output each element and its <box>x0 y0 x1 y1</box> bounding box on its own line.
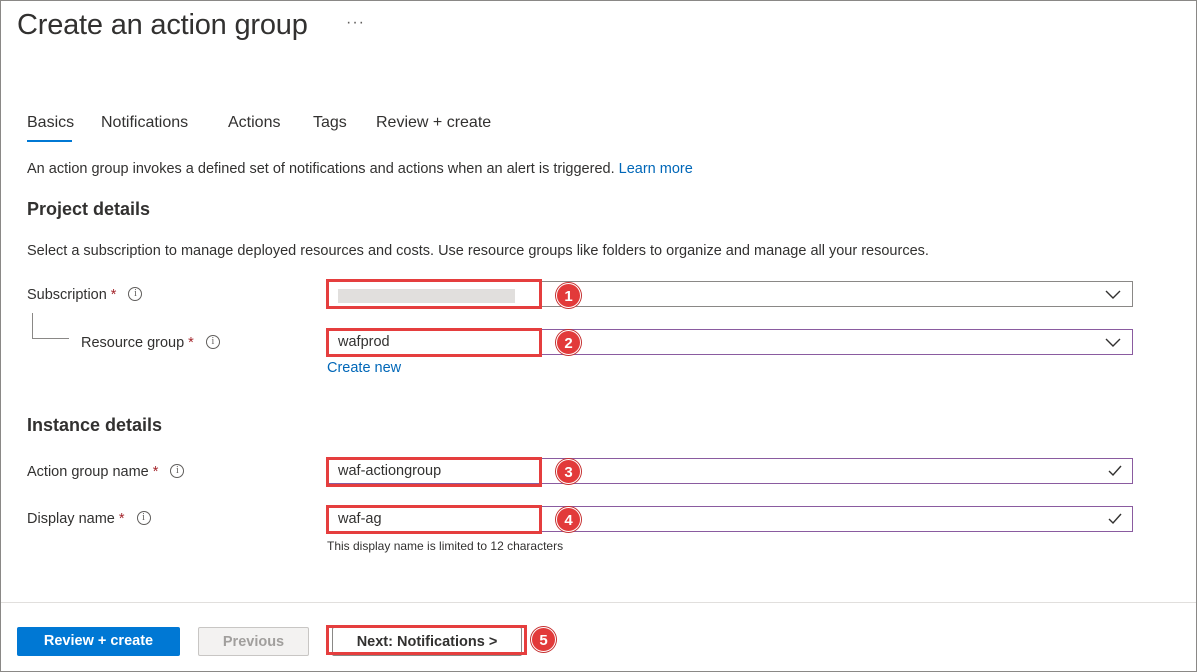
annotation-badge-2: 2 <box>556 330 581 355</box>
annotation-badge-1: 1 <box>556 283 581 308</box>
info-icon[interactable]: i <box>170 464 185 479</box>
previous-button: Previous <box>198 627 309 656</box>
page-title: Create an action group <box>17 9 308 41</box>
project-details-helper: Select a subscription to manage deployed… <box>27 243 929 259</box>
tab-basics[interactable]: Basics <box>27 114 74 132</box>
action-group-name-label: Action group name * i <box>27 464 185 480</box>
intro-text: An action group invokes a defined set of… <box>27 161 615 177</box>
annotation-box-1 <box>326 279 542 309</box>
info-icon[interactable]: i <box>136 511 151 526</box>
annotation-badge-5: 5 <box>531 627 556 652</box>
tab-review-create[interactable]: Review + create <box>376 114 491 132</box>
checkmark-icon <box>1108 513 1122 525</box>
chevron-down-icon <box>1105 290 1121 299</box>
resource-group-label: Resource group * i <box>81 335 220 351</box>
tab-actions[interactable]: Actions <box>228 114 280 132</box>
learn-more-link[interactable]: Learn more <box>619 161 693 177</box>
annotation-badge-3: 3 <box>556 459 581 484</box>
tree-connector-horizontal <box>32 338 69 339</box>
tree-connector-vertical <box>32 313 33 339</box>
required-marker: * <box>152 464 159 480</box>
action-group-name-label-text: Action group name <box>27 464 149 480</box>
annotation-box-2 <box>326 328 542 357</box>
display-name-label-text: Display name <box>27 511 115 527</box>
display-name-label: Display name * i <box>27 511 151 527</box>
create-new-link[interactable]: Create new <box>327 360 401 376</box>
required-marker: * <box>188 335 194 351</box>
annotation-box-5 <box>326 625 527 655</box>
checkmark-icon <box>1108 465 1122 477</box>
info-icon[interactable]: i <box>128 287 143 302</box>
instance-details-heading: Instance details <box>27 415 163 435</box>
more-options-button[interactable]: ··· <box>346 14 365 32</box>
required-marker: * <box>118 511 125 527</box>
annotation-box-4 <box>326 505 542 534</box>
review-create-button[interactable]: Review + create <box>17 627 180 656</box>
tab-tags[interactable]: Tags <box>313 114 347 132</box>
annotation-box-3 <box>326 457 542 487</box>
subscription-label-text: Subscription <box>27 287 107 303</box>
annotation-badge-4: 4 <box>556 507 581 532</box>
subscription-label: Subscription * i <box>27 287 143 303</box>
tab-notifications[interactable]: Notifications <box>101 114 188 132</box>
info-icon[interactable]: i <box>205 335 220 350</box>
required-marker: * <box>110 287 117 303</box>
display-name-hint: This display name is limited to 12 chara… <box>327 539 564 553</box>
project-details-heading: Project details <box>27 199 151 219</box>
intro-description: An action group invokes a defined set of… <box>27 161 693 177</box>
resource-group-label-text: Resource group <box>81 335 185 351</box>
chevron-down-icon <box>1105 338 1121 347</box>
footer-divider <box>1 602 1196 603</box>
active-tab-indicator <box>27 140 72 142</box>
